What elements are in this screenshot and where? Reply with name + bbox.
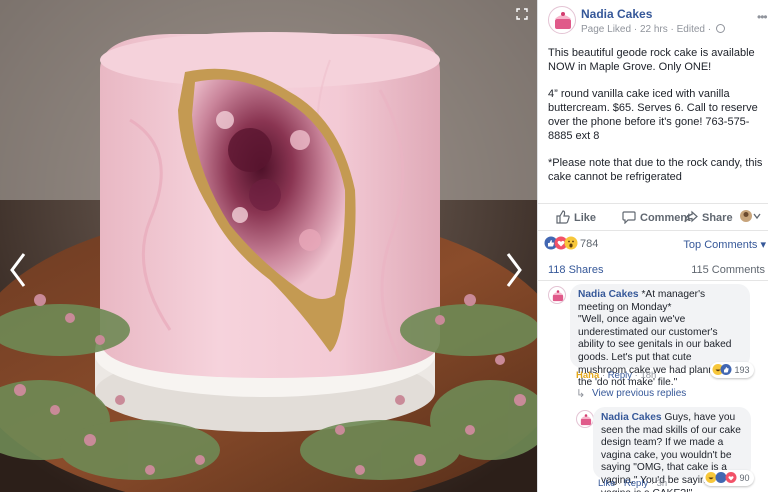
page-liked-status: Page Liked — [581, 24, 632, 35]
like-reaction-icon — [715, 472, 727, 483]
chevron-right-icon[interactable] — [504, 252, 524, 288]
edited-label[interactable]: Edited — [677, 24, 705, 35]
post-paragraph: This beautiful geode rock cake is availa… — [548, 47, 755, 73]
reaction-icons — [544, 236, 578, 250]
comment-reactions[interactable]: 193 — [710, 362, 754, 378]
comment-icon — [622, 211, 636, 225]
globe-icon — [715, 24, 725, 33]
reply-arrow-icon: ↳ — [576, 388, 586, 400]
viewer-avatar[interactable] — [739, 209, 765, 223]
share-label: Share — [702, 212, 733, 224]
page-avatar[interactable] — [548, 6, 576, 34]
wow-reaction-icon — [564, 236, 578, 250]
post-meta: Page Liked · 22 hrs · Edited · — [581, 24, 725, 35]
comment-time[interactable]: 3h — [657, 478, 668, 489]
reactions-summary[interactable]: 784 Top Comments ▾ — [544, 236, 766, 252]
post-actions: Like Comment Share — [538, 203, 768, 231]
reply-link[interactable]: Reply — [624, 478, 648, 489]
view-previous-replies[interactable]: View previous replies — [592, 388, 686, 399]
comment-avatar[interactable] — [576, 410, 594, 428]
like-label: Like — [574, 212, 597, 224]
comment-reaction-count: 90 — [739, 473, 750, 483]
comment-reaction-count: 193 — [734, 365, 750, 375]
comment-time[interactable]: 18h — [640, 370, 656, 381]
post-paragraph: *Please note that due to the rock candy,… — [548, 157, 763, 183]
top-comments-label: Top Comments — [683, 239, 758, 251]
page-name[interactable]: Nadia Cakes — [581, 7, 652, 21]
comment-links: Like · Reply · 3h — [598, 478, 668, 489]
haha-link[interactable]: Haha — [576, 370, 599, 381]
post-paragraph: 4” round vanilla cake iced with vanilla … — [548, 88, 758, 142]
like-icon — [556, 210, 570, 224]
like-button[interactable]: Like — [556, 210, 596, 224]
top-comments-dropdown[interactable]: Top Comments ▾ — [683, 238, 766, 251]
chevron-down-icon: ▾ — [760, 239, 766, 251]
shares-count[interactable]: 118 Shares — [548, 264, 603, 276]
comment-button[interactable]: Comment — [622, 210, 691, 225]
chevron-left-icon[interactable] — [8, 252, 28, 288]
divider — [538, 280, 768, 281]
post-time[interactable]: 22 hrs — [640, 24, 668, 35]
like-link[interactable]: Like — [598, 478, 615, 489]
reaction-count[interactable]: 784 — [580, 238, 598, 250]
share-icon — [684, 210, 698, 223]
reply-link[interactable]: Reply — [608, 370, 632, 381]
comment-author[interactable]: Nadia Cakes — [601, 412, 662, 423]
more-icon[interactable]: ••• — [757, 10, 768, 24]
post-text: This beautiful geode rock cake is availa… — [548, 46, 764, 197]
expand-icon[interactable] — [516, 8, 528, 20]
post-photo[interactable] — [0, 0, 537, 492]
share-button[interactable]: Share — [684, 210, 733, 224]
comments-count[interactable]: 115 Comments — [691, 264, 765, 276]
cake-image — [0, 0, 537, 492]
post-header: Nadia Cakes Page Liked · 22 hrs · Edited… — [548, 6, 768, 38]
shares-row: 118 Shares 115 Comments — [548, 264, 765, 278]
comment-reactions[interactable]: 90 — [703, 470, 754, 486]
comment-links: Haha · Reply · 18h — [576, 370, 657, 381]
comment-avatar[interactable] — [548, 286, 566, 304]
comment-author[interactable]: Nadia Cakes — [578, 289, 639, 300]
comment-bubble: Nadia Cakes Guys, have you seen the mad … — [593, 407, 751, 492]
comment-bubble: Nadia Cakes *At manager's meeting on Mon… — [570, 284, 750, 388]
